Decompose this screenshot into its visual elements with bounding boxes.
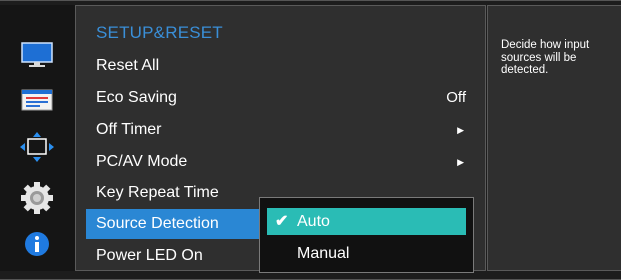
osd-sidebar <box>0 5 75 271</box>
menu-item-off-timer[interactable]: Off Timer ▶ <box>86 115 484 145</box>
menu-item-label: Off Timer <box>96 121 162 138</box>
source-detection-submenu: ✔ Auto Manual <box>259 197 474 273</box>
help-text: Decide how input sources will be detecte… <box>501 39 590 76</box>
submenu-option-label: Manual <box>297 245 350 262</box>
menu-item-label: Reset All <box>96 57 160 74</box>
menu-item-pc-av-mode[interactable]: PC/AV Mode ▶ <box>86 147 484 177</box>
menu-item-reset-all[interactable]: Reset All <box>86 51 484 81</box>
help-panel: Decide how input sources will be detecte… <box>487 5 621 271</box>
submenu-option-manual[interactable]: Manual <box>267 240 466 267</box>
picture-icon[interactable] <box>20 38 54 72</box>
monitor-osd: SETUP&RESET Reset All Eco Saving Off Off… <box>0 0 621 280</box>
chevron-right-icon: ▶ <box>457 157 464 167</box>
checkmark-icon: ✔ <box>275 213 289 230</box>
menu-item-eco-saving[interactable]: Eco Saving Off <box>86 83 484 113</box>
onscreen-display-icon[interactable] <box>20 83 54 117</box>
menu-item-label: Key Repeat Time <box>96 184 219 201</box>
submenu-option-auto[interactable]: ✔ Auto <box>267 208 466 235</box>
eco-saving-value: Off <box>446 89 466 106</box>
information-icon[interactable] <box>20 227 54 261</box>
submenu-option-label: Auto <box>297 213 330 230</box>
menu-item-label: Eco Saving <box>96 89 177 106</box>
position-icon[interactable] <box>20 130 54 164</box>
menu-item-source-detection[interactable]: Source Detection <box>86 209 262 239</box>
menu-item-label: Power LED On <box>96 247 203 264</box>
menu-item-label: Source Detection <box>96 215 219 232</box>
chevron-right-icon: ▶ <box>457 125 464 135</box>
menu-title: SETUP&RESET <box>96 23 223 42</box>
setup-gear-icon[interactable] <box>20 181 54 215</box>
menu-item-label: PC/AV Mode <box>96 153 188 170</box>
